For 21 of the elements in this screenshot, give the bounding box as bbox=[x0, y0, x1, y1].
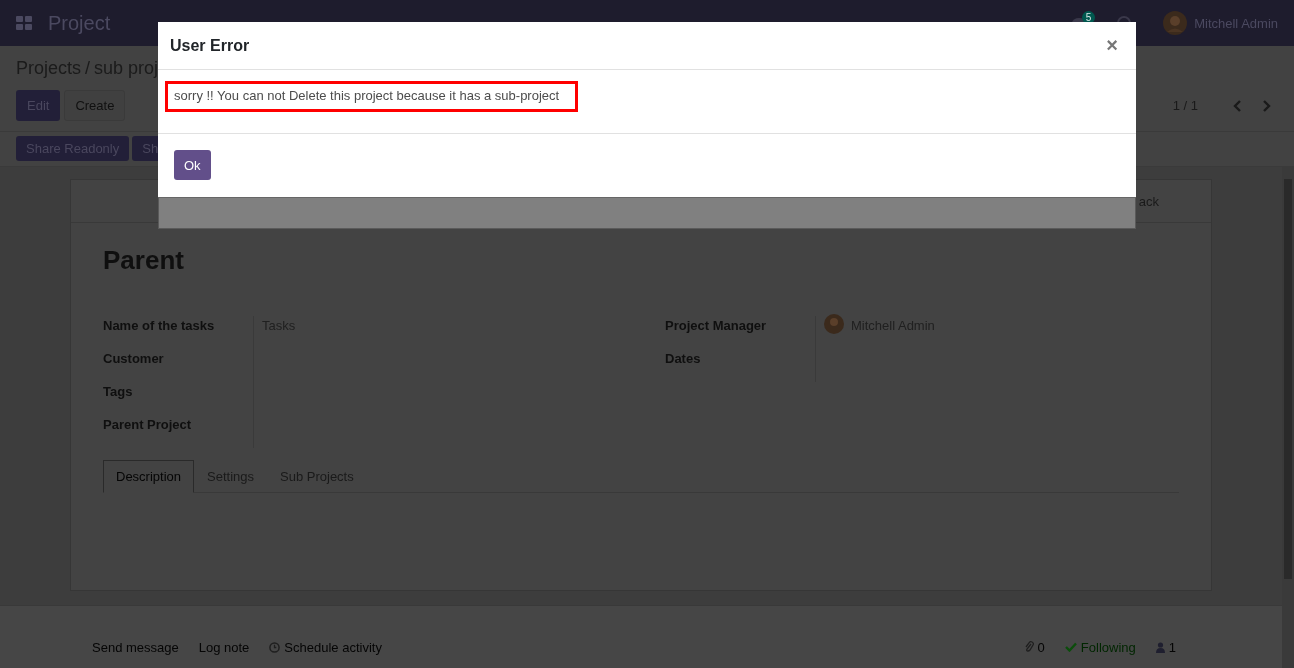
error-message: sorry !! You can not Delete this project because it has a sub-project bbox=[174, 88, 560, 103]
dialog-title: User Error bbox=[170, 36, 251, 55]
ok-button[interactable]: Ok bbox=[174, 150, 211, 180]
following-button[interactable]: Following bbox=[1080, 639, 1136, 655]
avatar-icon bbox=[824, 314, 844, 334]
apps-grid-icon[interactable] bbox=[16, 16, 32, 30]
previous-icon[interactable] bbox=[1232, 98, 1242, 113]
clock-icon[interactable] bbox=[269, 641, 281, 653]
paperclip-icon[interactable] bbox=[1024, 641, 1034, 653]
log-note-link[interactable]: Log note bbox=[198, 639, 250, 655]
close-button[interactable]: × bbox=[1100, 34, 1124, 57]
form-tab[interactable]: Description bbox=[103, 460, 195, 493]
user-avatar[interactable] bbox=[1163, 11, 1188, 35]
send-message-link[interactable]: Send message bbox=[92, 639, 179, 655]
schedule-activity-link[interactable]: Schedule activity bbox=[284, 639, 382, 655]
attachment-count: 0 bbox=[1037, 639, 1045, 655]
checkmark-icon bbox=[1064, 642, 1077, 652]
breadcrumb-separator: / bbox=[85, 58, 91, 79]
follower-count: 1 bbox=[1168, 639, 1176, 655]
person-icon[interactable] bbox=[1155, 641, 1165, 653]
next-icon[interactable] bbox=[1262, 98, 1272, 113]
